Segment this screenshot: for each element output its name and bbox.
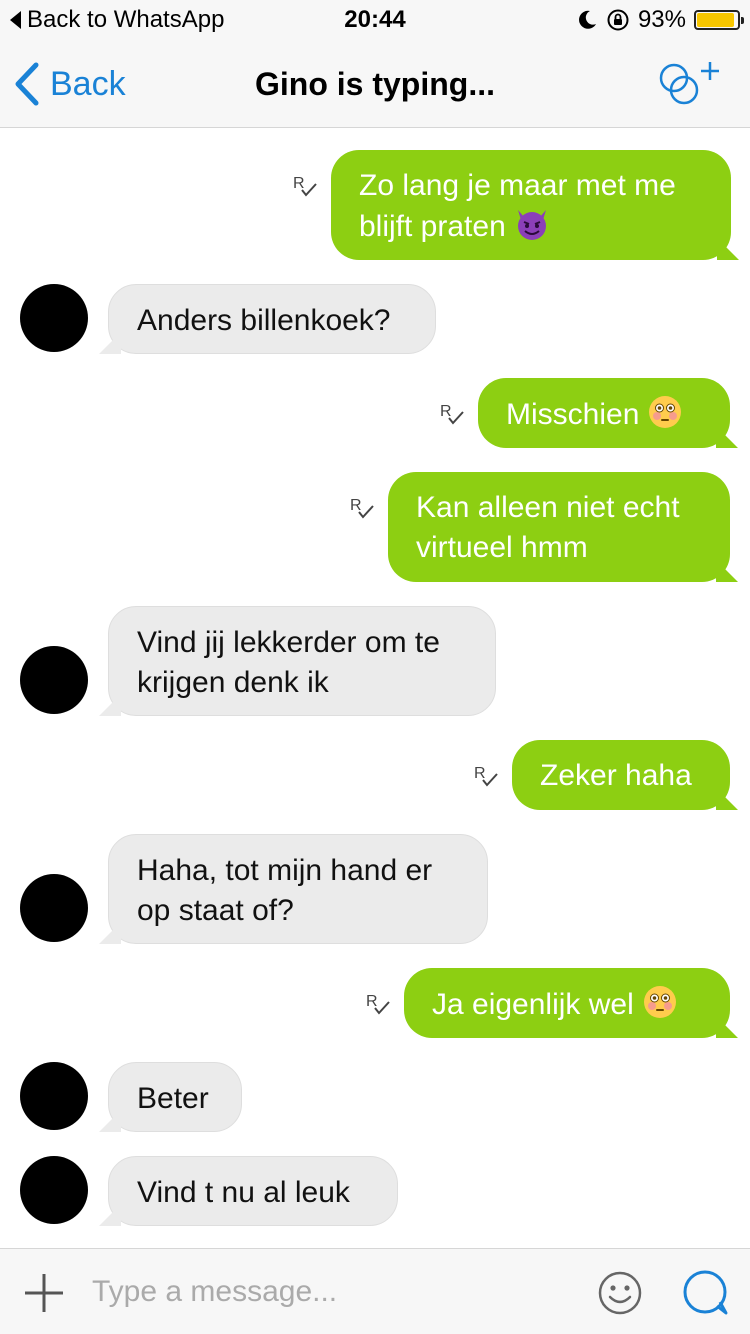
message-text: Vind t nu al leuk <box>137 1176 350 1209</box>
message-text: Kan alleen niet echt <box>416 491 680 524</box>
flushed-face-icon <box>643 986 676 1018</box>
incoming-message-bubble[interactable]: Haha, tot mijn hand er op staat of? <box>108 834 488 944</box>
chat-title: Gino is typing... <box>255 66 495 102</box>
read-receipt-icon: R <box>438 400 466 428</box>
read-receipt-icon: R <box>364 990 392 1018</box>
outgoing-message-bubble[interactable]: Zo lang je maar met me blijft praten <box>331 150 731 260</box>
message-text: Vind jij lekkerder om te <box>137 626 440 659</box>
incoming-message-bubble[interactable]: Vind t nu al leuk <box>108 1156 398 1226</box>
message-list[interactable]: Zo lang je maar met me blijft praten R Ande… <box>0 128 750 1248</box>
incoming-message-bubble[interactable]: Vind jij lekkerder om te krijgen denk ik <box>108 606 496 716</box>
avatar[interactable] <box>20 874 88 942</box>
add-participant-icon[interactable] <box>652 58 724 110</box>
avatar[interactable] <box>20 646 88 714</box>
add-attachment-icon[interactable] <box>24 1273 64 1313</box>
message-text: Misschien <box>506 394 702 435</box>
chat-bubble-icon[interactable] <box>682 1269 730 1317</box>
moon-icon <box>579 10 596 29</box>
message-input-bar <box>0 1248 750 1334</box>
battery-icon <box>694 10 744 30</box>
message-text: Beter <box>137 1082 209 1115</box>
battery-fill <box>697 13 735 27</box>
avatar[interactable] <box>20 284 88 352</box>
message-text: Ja eigenlijk wel <box>432 984 702 1025</box>
outgoing-message-bubble[interactable]: Misschien <box>478 378 730 448</box>
outgoing-message-bubble[interactable]: Kan alleen niet echt virtueel hmm <box>388 472 730 582</box>
rotation-lock-icon <box>607 9 629 31</box>
read-receipt-icon: R <box>472 762 500 790</box>
incoming-message-bubble[interactable]: Beter <box>108 1062 242 1132</box>
status-indicators: 93% <box>576 6 744 34</box>
devil-face-icon <box>517 210 546 240</box>
read-receipt-icon: R <box>348 494 376 522</box>
message-text: virtueel hmm <box>416 531 588 564</box>
navigation-bar: Back Gino is typing... <box>0 40 750 128</box>
message-input[interactable] <box>92 1267 562 1317</box>
status-bar: Back to WhatsApp 20:44 93% <box>0 0 750 40</box>
incoming-message-bubble[interactable]: Anders billenkoek? <box>108 284 436 354</box>
outgoing-message-bubble[interactable]: Zeker haha <box>512 740 730 810</box>
read-receipt-icon: R <box>291 172 319 200</box>
message-text: Zo lang je maar met me <box>359 169 676 202</box>
message-text: krijgen denk ik <box>137 666 329 699</box>
avatar[interactable] <box>20 1062 88 1130</box>
message-text: Anders billenkoek? <box>137 304 391 337</box>
flushed-face-icon <box>649 396 682 428</box>
message-text: blijft praten <box>359 206 703 247</box>
message-text: Zeker haha <box>540 759 692 792</box>
emoji-icon[interactable] <box>598 1271 642 1315</box>
message-text: Haha, tot mijn hand er <box>137 854 433 887</box>
battery-percentage: 93% <box>637 6 686 33</box>
outgoing-message-bubble[interactable]: Ja eigenlijk wel <box>404 968 730 1038</box>
avatar[interactable] <box>20 1156 88 1224</box>
message-text: op staat of? <box>137 894 294 927</box>
